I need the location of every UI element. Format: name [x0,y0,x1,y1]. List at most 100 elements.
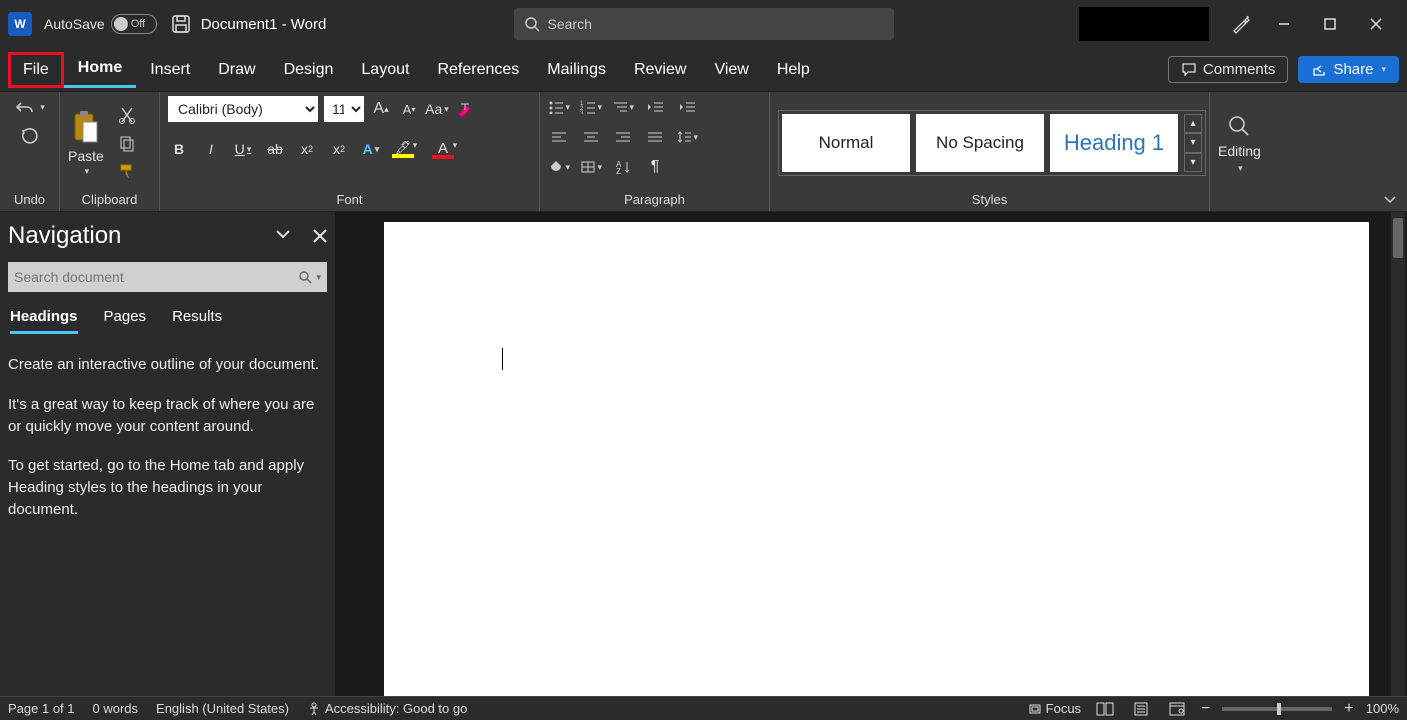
nav-tab-results[interactable]: Results [172,308,222,334]
styles-gallery: Normal No Spacing Heading 1 ▴ ▾ ▾ [778,110,1206,176]
copy-button[interactable] [116,132,138,154]
numbering-button[interactable]: 123▾ [580,96,602,118]
show-hide-button[interactable]: ¶ [644,156,666,178]
print-layout-button[interactable] [1129,699,1153,719]
focus-mode-button[interactable]: Focus [1028,701,1081,716]
status-language[interactable]: English (United States) [156,701,289,716]
search-icon [298,270,312,284]
toggle-state: Off [131,18,145,30]
document-canvas[interactable] [335,212,1407,696]
shading-button[interactable]: ▾ [548,156,570,178]
tab-design[interactable]: Design [270,53,348,87]
status-page[interactable]: Page 1 of 1 [8,701,75,716]
bullets-button[interactable]: ▾ [548,96,570,118]
align-left-button[interactable] [548,126,570,148]
align-right-button[interactable] [612,126,634,148]
toggle-switch[interactable]: Off [111,14,157,34]
tab-review[interactable]: Review [620,53,700,87]
highlight-button[interactable]: 🖊▾ [392,140,414,158]
cut-button[interactable] [116,104,138,126]
read-mode-button[interactable] [1093,699,1117,719]
increase-indent-button[interactable] [676,96,698,118]
zoom-slider[interactable] [1222,707,1332,711]
page[interactable] [384,222,1369,696]
superscript-button[interactable]: x2 [328,138,350,160]
autosave-toggle[interactable]: AutoSave Off [44,14,157,34]
styles-expand[interactable]: ▾ [1184,153,1202,172]
nav-text-3: To get started, go to the Home tab and a… [8,455,327,520]
italic-button[interactable]: I [200,138,222,160]
share-button[interactable]: Share ▾ [1298,56,1399,83]
font-color-button[interactable]: A▾ [432,140,454,159]
zoom-slider-thumb[interactable] [1277,703,1281,715]
search-box[interactable]: Search [514,8,894,40]
sort-button[interactable]: AZ [612,156,634,178]
tab-draw[interactable]: Draw [204,53,269,87]
text-cursor [502,348,503,370]
undo-button[interactable]: ▾ [13,96,47,118]
minimize-button[interactable] [1261,4,1307,44]
ribbon-group-font: Calibri (Body) 11 A▴ A▾ Aa▾ B I U▾ ab x2… [160,92,540,211]
line-spacing-button[interactable]: ▾ [676,126,698,148]
tab-file[interactable]: File [8,52,64,88]
tab-references[interactable]: References [423,53,533,87]
nav-close-icon[interactable] [313,229,327,243]
font-name-select[interactable]: Calibri (Body) [168,96,318,122]
maximize-button[interactable] [1307,4,1353,44]
close-button[interactable] [1353,4,1399,44]
coming-soon-icon[interactable] [1221,4,1261,44]
font-size-select[interactable]: 11 [324,96,364,122]
nav-collapse-icon[interactable] [275,229,291,243]
comments-button[interactable]: Comments [1168,56,1289,83]
styles-group-label: Styles [778,190,1201,209]
tab-view[interactable]: View [700,53,762,87]
nav-search-input[interactable] [14,269,298,285]
chevron-down-icon[interactable]: ▾ [316,272,321,283]
styles-scroll-down[interactable]: ▾ [1184,133,1202,152]
zoom-in-button[interactable]: + [1344,700,1353,718]
web-layout-button[interactable] [1165,699,1189,719]
change-case-button[interactable]: Aa▾ [426,98,448,120]
style-no-spacing[interactable]: No Spacing [916,114,1044,172]
redo-button[interactable] [19,126,41,148]
vertical-scrollbar[interactable] [1391,212,1405,696]
justify-button[interactable] [644,126,666,148]
decrease-font-button[interactable]: A▾ [398,98,420,120]
tab-mailings[interactable]: Mailings [533,53,620,87]
format-painter-button[interactable] [116,160,138,182]
borders-button[interactable]: ▾ [580,156,602,178]
subscript-button[interactable]: x2 [296,138,318,160]
editing-button[interactable]: Editing ▾ [1218,113,1261,174]
strikethrough-button[interactable]: ab [264,138,286,160]
align-center-button[interactable] [580,126,602,148]
tab-help[interactable]: Help [763,53,824,87]
style-normal[interactable]: Normal [782,114,910,172]
scrollbar-thumb[interactable] [1393,218,1403,258]
nav-tab-headings[interactable]: Headings [10,308,78,334]
paste-button[interactable]: Paste ▾ [68,110,104,177]
status-words[interactable]: 0 words [93,701,139,716]
tab-home[interactable]: Home [64,51,136,88]
status-bar: Page 1 of 1 0 words English (United Stat… [0,696,1407,720]
text-effects-button[interactable]: A▾ [360,138,382,160]
increase-font-button[interactable]: A▴ [370,98,392,120]
ribbon-collapse-button[interactable] [1383,195,1397,205]
underline-button[interactable]: U▾ [232,138,254,160]
style-heading-1[interactable]: Heading 1 [1050,114,1178,172]
nav-tab-pages[interactable]: Pages [104,308,147,334]
bold-button[interactable]: B [168,138,190,160]
multilevel-list-button[interactable]: ▾ [612,96,634,118]
tab-layout[interactable]: Layout [347,53,423,87]
zoom-out-button[interactable]: − [1201,700,1210,718]
status-accessibility[interactable]: Accessibility: Good to go [307,701,467,716]
user-account-area[interactable] [1079,7,1209,41]
tab-insert[interactable]: Insert [136,53,204,87]
clear-formatting-button[interactable] [454,98,476,120]
paste-icon [71,110,101,146]
decrease-indent-button[interactable] [644,96,666,118]
styles-scroll-up[interactable]: ▴ [1184,114,1202,133]
nav-search-box[interactable]: ▾ [8,262,327,292]
zoom-level[interactable]: 100% [1366,701,1399,716]
chevron-down-icon: ▾ [1381,64,1386,75]
save-icon[interactable] [171,14,191,34]
